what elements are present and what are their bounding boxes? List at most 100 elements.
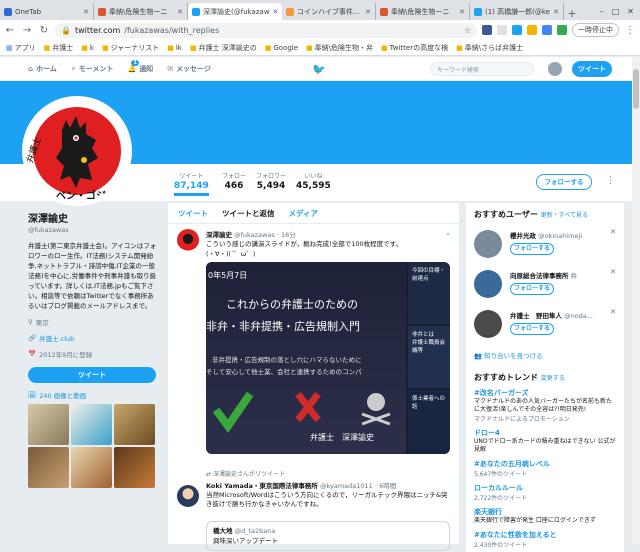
nav-messages[interactable]: ✉ メッセージ xyxy=(167,64,211,74)
close-tab-icon[interactable]: ✕ xyxy=(459,8,465,16)
bookmark-item[interactable]: ▦ アプリ xyxy=(6,43,36,53)
maximize-icon[interactable]: □ xyxy=(612,7,620,16)
trend-item[interactable]: #あなたの五月病レベル 5,647件のツイート xyxy=(474,459,616,478)
trend-item[interactable]: ローカルルール 2,722件のツイート xyxy=(474,483,616,502)
tab-title: OneTab xyxy=(15,7,42,16)
bookmark-item[interactable]: ■ ジャーナリスト xyxy=(102,43,159,53)
dismiss-icon[interactable]: ✕ xyxy=(610,308,616,316)
extension-icon[interactable] xyxy=(557,25,567,35)
browser-tab[interactable]: 奉納\危険生物ーニ ✕ xyxy=(94,3,188,20)
media-thumb[interactable] xyxy=(28,447,69,488)
profile-paused-button[interactable]: 一時停止中 xyxy=(572,23,619,37)
chevron-down-icon[interactable]: ⌄ xyxy=(445,229,451,237)
link-icon: 🔗 xyxy=(28,334,37,342)
browser-tab-strip: OneTab ✕ 奉納\危険生物ーニ ✕ 深澤諭史(@fukazaw ✕ コインハイブ事件…… xyxy=(0,0,640,20)
compose-tweet-button[interactable]: ツイート xyxy=(572,61,612,77)
bookmark-item[interactable]: ■ lk xyxy=(167,44,182,52)
bookmark-item[interactable]: ■ Google xyxy=(265,44,298,52)
tab-media[interactable]: メディア xyxy=(289,208,318,219)
browser-tab[interactable]: 奉納\危険生物ーニ ✕ xyxy=(376,3,470,20)
nav-notifications[interactable]: 🔔 1 通知 xyxy=(127,59,153,74)
media-thumb[interactable] xyxy=(71,447,112,488)
extension-icon[interactable] xyxy=(497,25,507,35)
trend-item[interactable]: #改名バーガーズ マクドナルドのあの人気バーガーたちが名前も新たに大復活!楽しんで… xyxy=(474,388,616,423)
user-name-line[interactable]: 向原総合法律事務所 弁 xyxy=(510,270,616,280)
folder-icon: ■ xyxy=(306,43,313,52)
dismiss-icon[interactable]: ✕ xyxy=(610,268,616,276)
stat-likes[interactable]: いいね 45,595 xyxy=(296,171,331,191)
bookmark-item[interactable]: ■ 弁護士 xyxy=(44,43,74,53)
follow-button[interactable]: フォローする xyxy=(536,174,592,190)
account-avatar[interactable] xyxy=(548,62,562,76)
user-name-line[interactable]: 櫻井光政 @okinahimeji xyxy=(510,230,616,240)
bookmark-item[interactable]: ■ 奉納\危険生物・弁 xyxy=(306,43,373,53)
url-field[interactable]: 🔒 twitter.com/fukazawas/with_replies ☆ xyxy=(55,22,477,38)
follow-user-button[interactable]: フォローする xyxy=(510,283,554,295)
forward-icon[interactable]: → xyxy=(21,25,33,36)
media-link[interactable]: 🖼 240 画像と動画 xyxy=(28,390,160,400)
close-tab-icon[interactable]: ✕ xyxy=(83,8,89,16)
bookmark-item[interactable]: ■ 奉納\さらば弁護士 xyxy=(456,43,523,53)
tweet-item[interactable]: 深澤諭史 @fukazawas · 16分 こういう感じの講演スライドが，概ね完… xyxy=(168,229,459,259)
tweet-avatar[interactable] xyxy=(177,229,199,251)
media-thumb[interactable] xyxy=(71,404,112,445)
follow-user-button[interactable]: フォローする xyxy=(510,243,554,255)
profile-website[interactable]: 🔗 弁護士.club xyxy=(28,333,160,343)
star-icon[interactable]: ☆ xyxy=(464,26,471,35)
quoted-tweet[interactable]: 橋大地 @d_ta2bana 興味深いアップデート xyxy=(206,521,450,551)
page-scrollbar[interactable] xyxy=(632,57,640,544)
reload-icon[interactable]: ↻ xyxy=(38,25,50,36)
tweet-avatar[interactable] xyxy=(177,485,199,507)
stat-tweets[interactable]: ツイート 87,149 xyxy=(174,171,209,196)
profile-sidebar: 深澤諭史 @fukazawas 弁護士(第二東京弁護士会)。アイコンはフォロワー… xyxy=(28,210,160,488)
search-input[interactable]: キーワード検索 xyxy=(430,62,534,76)
user-avatar[interactable] xyxy=(474,270,502,298)
stat-following[interactable]: フォロー 466 xyxy=(222,171,246,191)
media-thumb[interactable] xyxy=(28,404,69,445)
bookmark-item[interactable]: ■ k xyxy=(81,44,94,52)
trend-item[interactable]: #あなたに性欲を加えると 2,430件のツイート xyxy=(474,530,616,549)
bookmark-item[interactable]: ■ 弁護士 深澤諭史の xyxy=(190,43,257,53)
extension-icon[interactable] xyxy=(542,25,552,35)
follow-user-button[interactable]: フォローする xyxy=(510,323,554,335)
browser-tab[interactable]: OneTab ✕ xyxy=(0,3,94,20)
user-avatar[interactable] xyxy=(474,230,502,258)
retweeted-tweet[interactable]: ⇄ 深澤諭史さんがリツイート Koki Yamada・東京国際法律事務所 @ky… xyxy=(168,469,459,509)
profile-avatar[interactable]: 弁護士 ベン・ゴジラ xyxy=(22,96,132,206)
tweet-image-slides[interactable]: 0年5月7日 これからの弁護士のための 非弁・非弁提携・広告規制入門 非弁提携・… xyxy=(206,262,450,454)
nav-home[interactable]: ⌂ ホーム xyxy=(28,64,57,74)
extension-icon[interactable] xyxy=(527,25,537,35)
bookmark-item[interactable]: ■ Twitterの高度な検 xyxy=(381,43,448,53)
browser-tab[interactable]: コインハイブ事件… ✕ xyxy=(282,3,376,20)
twitter-bird-icon[interactable]: 🐦 xyxy=(312,63,326,76)
stat-followers[interactable]: フォロワー 5,494 xyxy=(256,171,286,191)
back-icon[interactable]: ← xyxy=(4,25,16,36)
media-thumb[interactable] xyxy=(114,447,155,488)
trend-item[interactable]: ドロー4 UNOでドロー系カードの積み重ねはできない 公式が見解 xyxy=(474,428,616,454)
minimize-icon[interactable]: – xyxy=(600,7,604,16)
scrollbar-thumb[interactable] xyxy=(633,69,639,109)
close-window-icon[interactable]: ✕ xyxy=(627,7,634,16)
extension-icon[interactable] xyxy=(512,25,522,35)
close-tab-icon[interactable]: ✕ xyxy=(177,8,183,16)
close-tab-icon[interactable]: ✕ xyxy=(553,8,559,16)
new-tab-icon[interactable]: + xyxy=(564,7,580,20)
extension-icon[interactable] xyxy=(482,25,492,35)
user-name-line[interactable]: 弁護士 野田隼人 @noda... xyxy=(510,310,616,320)
user-avatar[interactable] xyxy=(474,310,502,338)
menu-icon[interactable]: ⋮ xyxy=(624,25,636,36)
close-tab-icon[interactable]: ✕ xyxy=(365,8,371,16)
trend-item[interactable]: 楽天銀行 楽天銀行で障害が発生 口座にログインできず xyxy=(474,507,616,525)
tab-tweets[interactable]: ツイート xyxy=(178,208,208,219)
tab-tweets-and-replies[interactable]: ツイートと返信 xyxy=(222,208,275,219)
browser-tab[interactable]: 深澤諭史(@fukazaw ✕ xyxy=(188,3,282,20)
close-tab-icon[interactable]: ✕ xyxy=(273,8,279,16)
media-thumb[interactable] xyxy=(114,404,155,445)
dismiss-icon[interactable]: ✕ xyxy=(610,228,616,236)
find-friends-link[interactable]: 👥 知り合いを見つける xyxy=(474,348,616,360)
nav-moments[interactable]: ⚡ モーメント xyxy=(71,64,114,74)
profile-handle[interactable]: @fukazawas xyxy=(28,226,160,234)
more-options-icon[interactable]: ⋮ xyxy=(606,176,615,186)
tweet-to-button[interactable]: ツイート xyxy=(28,367,156,383)
browser-tab[interactable]: (1) 高橋謙一郎(@ke ✕ xyxy=(470,3,564,20)
